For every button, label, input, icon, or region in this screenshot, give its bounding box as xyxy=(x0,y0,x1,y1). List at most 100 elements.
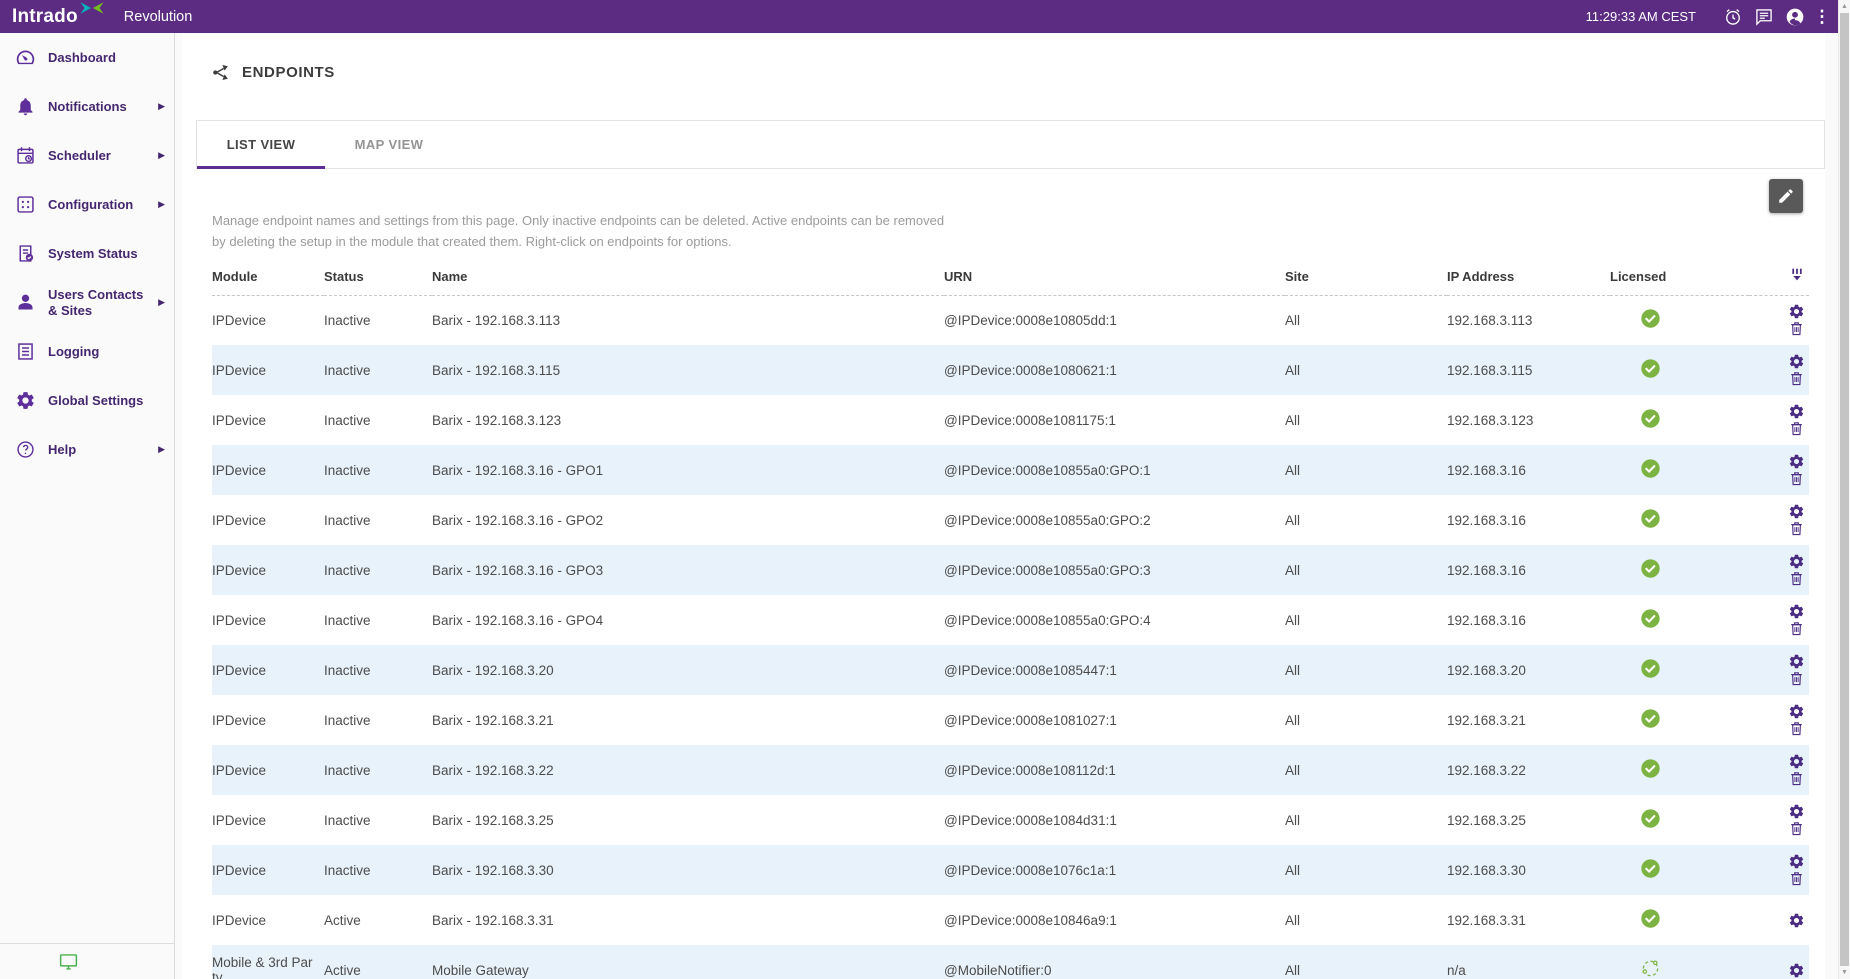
chat-icon[interactable] xyxy=(1754,7,1774,27)
sidebar-item-notifications[interactable]: Notifications▶ xyxy=(0,82,174,131)
delete-trash-icon[interactable] xyxy=(1788,820,1805,837)
table-row[interactable]: IPDeviceActiveBarix - 192.168.3.31@IPDev… xyxy=(212,895,1809,945)
table-row[interactable]: IPDeviceInactiveBarix - 192.168.3.16 - G… xyxy=(212,445,1809,495)
cell-name: Barix - 192.168.3.115 xyxy=(432,345,944,395)
delete-trash-icon[interactable] xyxy=(1788,470,1805,487)
delete-trash-icon[interactable] xyxy=(1788,870,1805,887)
cell-site: All xyxy=(1285,695,1447,745)
licensed-check-icon xyxy=(1640,308,1661,329)
account-icon[interactable] xyxy=(1785,7,1805,27)
sidebar-item-help[interactable]: Help▶ xyxy=(0,425,174,474)
sidebar-item-global-settings[interactable]: Global Settings xyxy=(0,376,174,425)
licensed-check-icon xyxy=(1640,358,1661,379)
cell-status: Inactive xyxy=(324,345,432,395)
cell-urn: @IPDevice:0008e10855a0:GPO:2 xyxy=(944,495,1285,545)
cell-ip: 192.168.3.25 xyxy=(1447,795,1610,845)
monitor-status-icon[interactable] xyxy=(58,951,79,972)
settings-gear-icon[interactable] xyxy=(1788,912,1805,929)
licensed-check-icon xyxy=(1640,758,1661,779)
delete-trash-icon[interactable] xyxy=(1788,570,1805,587)
table-row[interactable]: IPDeviceInactiveBarix - 192.168.3.16 - G… xyxy=(212,545,1809,595)
scroll-down-icon[interactable]: ▼ xyxy=(1839,966,1850,979)
delete-trash-icon[interactable] xyxy=(1788,520,1805,537)
licensed-check-icon xyxy=(1640,408,1661,429)
delete-trash-icon[interactable] xyxy=(1788,370,1805,387)
cell-ip: 192.168.3.31 xyxy=(1447,895,1610,945)
sidebar-item-dashboard[interactable]: Dashboard xyxy=(0,33,174,82)
table-row[interactable]: IPDeviceInactiveBarix - 192.168.3.113@IP… xyxy=(212,295,1809,345)
cell-ip: n/a xyxy=(1447,945,1610,979)
cell-name: Barix - 192.168.3.30 xyxy=(432,845,944,895)
cell-status: Inactive xyxy=(324,395,432,445)
settings-gear-icon[interactable] xyxy=(1788,603,1805,620)
sidebar-item-scheduler[interactable]: Scheduler▶ xyxy=(0,131,174,180)
cell-site: All xyxy=(1285,495,1447,545)
settings-gear-icon[interactable] xyxy=(1788,803,1805,820)
cell-name: Barix - 192.168.3.22 xyxy=(432,745,944,795)
scrollbar-thumb[interactable] xyxy=(1840,13,1849,966)
cell-ip: 192.168.3.22 xyxy=(1447,745,1610,795)
cell-module: IPDevice xyxy=(212,745,324,795)
settings-gear-icon[interactable] xyxy=(1788,553,1805,570)
licensed-sync-icon xyxy=(1640,958,1661,979)
table-row[interactable]: IPDeviceInactiveBarix - 192.168.3.20@IPD… xyxy=(212,645,1809,695)
cell-module: IPDevice xyxy=(212,595,324,645)
endpoints-table-body: IPDeviceInactiveBarix - 192.168.3.113@IP… xyxy=(212,295,1809,979)
delete-trash-icon[interactable] xyxy=(1788,670,1805,687)
table-row[interactable]: IPDeviceInactiveBarix - 192.168.3.123@IP… xyxy=(212,395,1809,445)
sidebar-item-system-status[interactable]: System Status xyxy=(0,229,174,278)
cell-urn: @IPDevice:0008e10846a9:1 xyxy=(944,895,1285,945)
cell-module: IPDevice xyxy=(212,345,324,395)
column-chooser-icon[interactable] xyxy=(1789,267,1805,283)
table-row[interactable]: IPDeviceInactiveBarix - 192.168.3.16 - G… xyxy=(212,595,1809,645)
settings-gear-icon[interactable] xyxy=(1788,703,1805,720)
settings-gear-icon[interactable] xyxy=(1788,853,1805,870)
settings-gear-icon[interactable] xyxy=(1788,403,1805,420)
cell-ip: 192.168.3.30 xyxy=(1447,845,1610,895)
settings-gear-icon[interactable] xyxy=(1788,653,1805,670)
cell-name: Barix - 192.168.3.21 xyxy=(432,695,944,745)
col-header-urn: URN xyxy=(944,267,1285,296)
cell-ip: 192.168.3.21 xyxy=(1447,695,1610,745)
sidebar-footer xyxy=(0,943,174,979)
table-row[interactable]: IPDeviceInactiveBarix - 192.168.3.30@IPD… xyxy=(212,845,1809,895)
delete-trash-icon[interactable] xyxy=(1788,320,1805,337)
table-row[interactable]: IPDeviceInactiveBarix - 192.168.3.16 - G… xyxy=(212,495,1809,545)
vertical-scrollbar[interactable]: ▲ ▼ xyxy=(1838,0,1850,979)
pencil-icon xyxy=(1777,187,1795,205)
delete-trash-icon[interactable] xyxy=(1788,770,1805,787)
alarm-icon[interactable] xyxy=(1723,7,1743,27)
table-row[interactable]: IPDeviceInactiveBarix - 192.168.3.115@IP… xyxy=(212,345,1809,395)
table-row[interactable]: IPDeviceInactiveBarix - 192.168.3.22@IPD… xyxy=(212,745,1809,795)
settings-gear-icon[interactable] xyxy=(1788,353,1805,370)
col-header-name: Name xyxy=(432,267,944,296)
sidebar-item-users-contacts-sites[interactable]: Users Contacts & Sites▶ xyxy=(0,278,174,327)
delete-trash-icon[interactable] xyxy=(1788,720,1805,737)
table-row[interactable]: IPDeviceInactiveBarix - 192.168.3.25@IPD… xyxy=(212,795,1809,845)
delete-trash-icon[interactable] xyxy=(1788,420,1805,437)
settings-gear-icon[interactable] xyxy=(1788,962,1805,979)
cell-name: Barix - 192.168.3.16 - GPO1 xyxy=(432,445,944,495)
sidebar-nav: DashboardNotifications▶Scheduler▶Configu… xyxy=(0,33,175,979)
sidebar-item-logging[interactable]: Logging xyxy=(0,327,174,376)
cell-site: All xyxy=(1285,845,1447,895)
scroll-up-icon[interactable]: ▲ xyxy=(1839,0,1850,13)
overflow-menu-icon[interactable]: ⋮ xyxy=(1816,7,1828,27)
tab-map-view[interactable]: MAP VIEW xyxy=(325,121,453,168)
settings-gear-icon[interactable] xyxy=(1788,503,1805,520)
tab-list-view[interactable]: LIST VIEW xyxy=(197,121,325,168)
cell-site: All xyxy=(1285,395,1447,445)
logging-doc-icon xyxy=(15,341,36,362)
cell-status: Inactive xyxy=(324,495,432,545)
delete-trash-icon[interactable] xyxy=(1788,620,1805,637)
table-row[interactable]: Mobile & 3rd PartyActiveMobile Gateway@M… xyxy=(212,945,1809,979)
sidebar-item-configuration[interactable]: Configuration▶ xyxy=(0,180,174,229)
table-row[interactable]: IPDeviceInactiveBarix - 192.168.3.21@IPD… xyxy=(212,695,1809,745)
settings-gear-icon[interactable] xyxy=(1788,753,1805,770)
settings-gear-icon[interactable] xyxy=(1788,303,1805,320)
settings-gear-icon[interactable] xyxy=(1788,453,1805,470)
cell-name: Mobile Gateway xyxy=(432,945,944,979)
edit-button[interactable] xyxy=(1769,179,1803,213)
col-header-module: Module xyxy=(212,267,324,296)
cell-name: Barix - 192.168.3.16 - GPO3 xyxy=(432,545,944,595)
